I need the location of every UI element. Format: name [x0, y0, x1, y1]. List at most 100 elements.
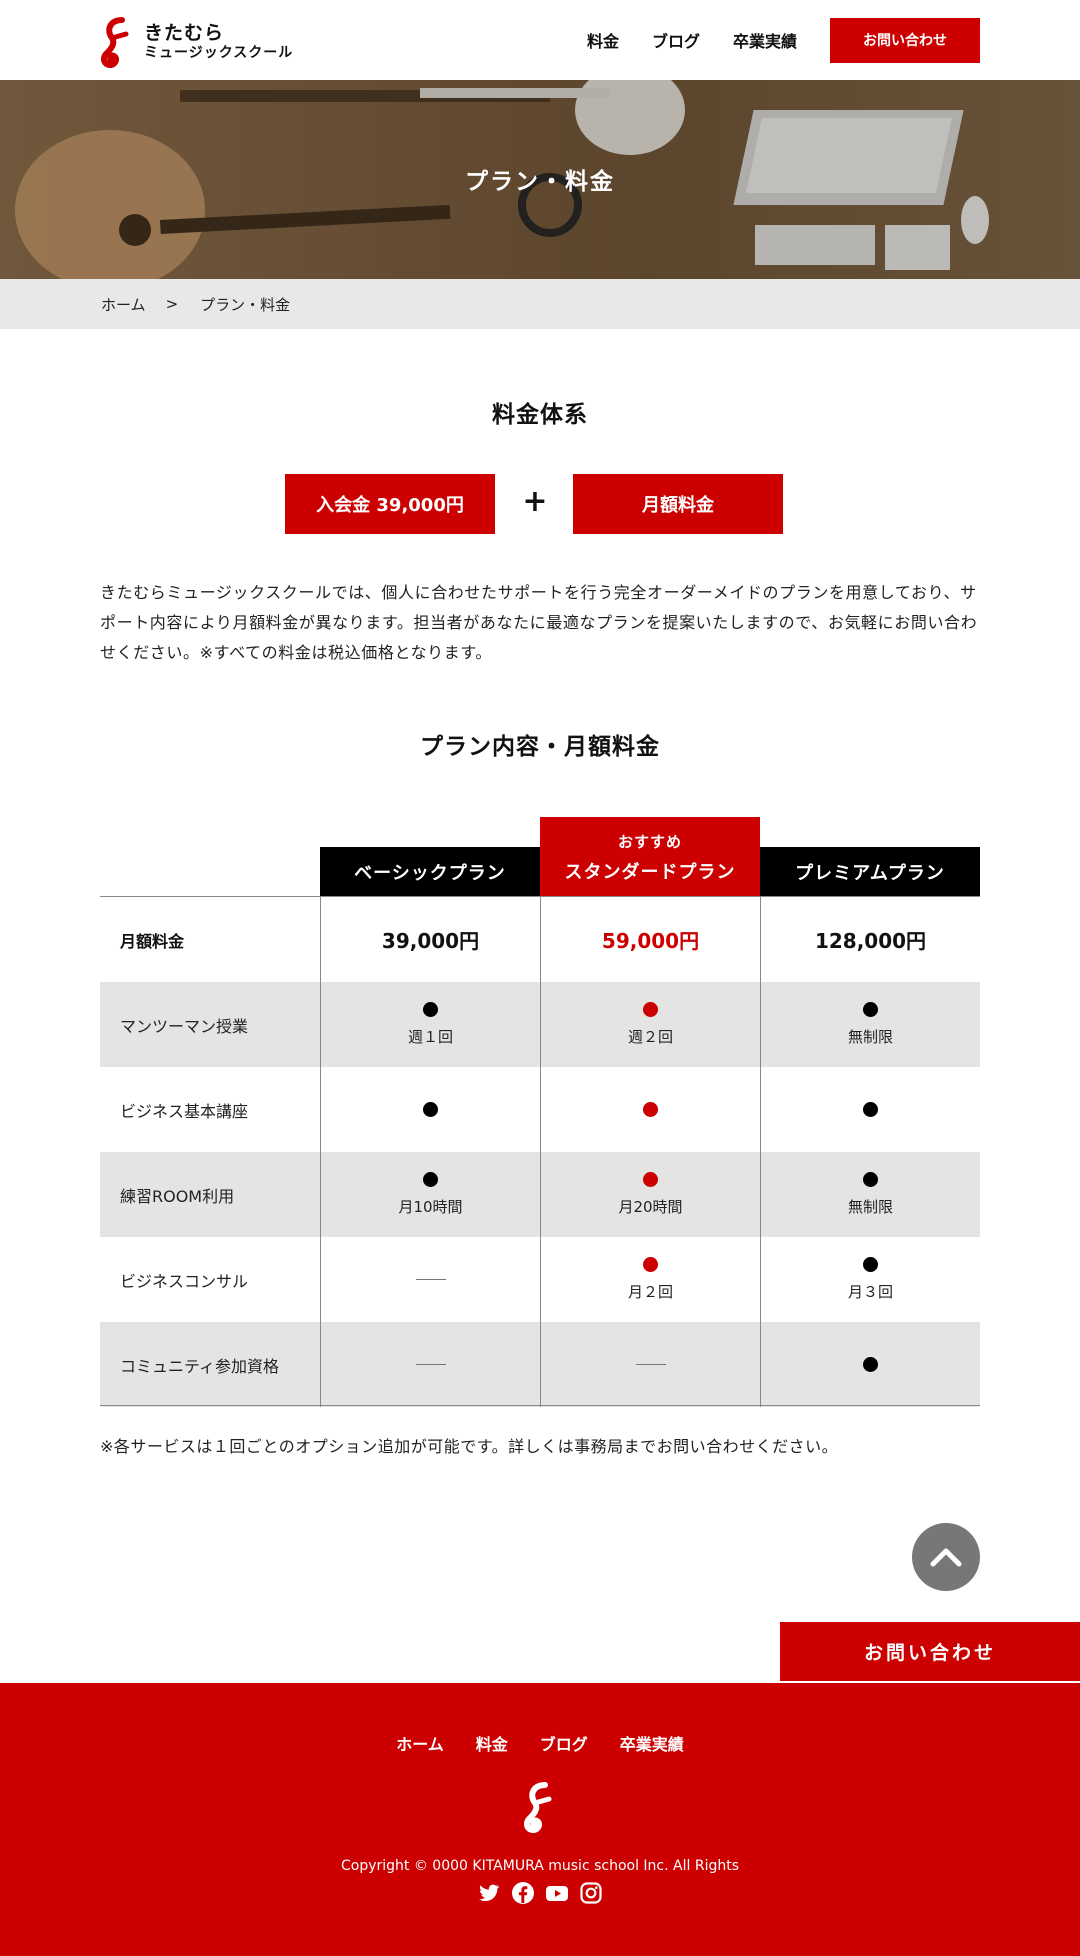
cell-basic: [320, 1322, 540, 1407]
logo-subname: ミュージックスクール: [144, 45, 294, 61]
included-dot-icon: [643, 1102, 658, 1117]
cell-basic: 39,000円: [320, 897, 540, 982]
row-label: マンツーマン授業: [120, 1016, 249, 1036]
monthly-fee-box: 月額料金: [573, 474, 783, 534]
plan-table: ベーシックプラン おすすめ スタンダードプラン プレミアムプラン 月額料金 39…: [100, 817, 980, 1407]
included-dot-icon: [863, 1002, 878, 1017]
logo-name: きたむら: [144, 22, 225, 45]
not-included-dash-icon: [635, 1364, 666, 1365]
cell-detail: 月10時間: [398, 1198, 463, 1216]
footer-nav-home[interactable]: ホーム: [396, 1731, 444, 1755]
plans-section-title: プラン内容・月額料金: [420, 734, 660, 760]
footer-nav-graduates[interactable]: 卒業実績: [620, 1731, 684, 1755]
row-label: コミュニティ参加資格: [120, 1356, 280, 1376]
row-label: 練習ROOM利用: [120, 1186, 235, 1206]
included-dot-icon: [643, 1172, 658, 1187]
not-included-dash-icon: [415, 1279, 446, 1280]
cell-standard: [540, 1322, 760, 1407]
cell-premium: 128,000円: [760, 897, 980, 982]
row-label: ビジネス基本講座: [120, 1101, 249, 1121]
cell-detail: 月３回: [847, 1283, 893, 1301]
cell-detail: 月20時間: [618, 1198, 683, 1216]
table-divider: [100, 1405, 980, 1406]
cell-premium: 無制限: [760, 982, 980, 1067]
nav-item-blog[interactable]: ブログ: [652, 28, 700, 52]
youtube-icon[interactable]: [545, 1881, 569, 1905]
entry-fee-box: 入会金 39,000円: [285, 474, 495, 534]
plan-name: ベーシックプラン: [354, 863, 506, 884]
site-footer: ホーム 料金 ブログ 卒業実績 Copyright © 0000 KITAMUR…: [0, 1683, 1080, 1956]
intro-text: きたむらミュージックスクールでは、個人に合わせたサポートを行う完全オーダーメイド…: [100, 583, 978, 662]
cell-premium: [760, 1322, 980, 1407]
social-links: [0, 1881, 1080, 1905]
included-dot-icon: [863, 1102, 878, 1117]
price-value: 128,000円: [814, 929, 927, 953]
cell-standard: 59,000円: [540, 897, 760, 982]
instagram-icon[interactable]: [579, 1881, 603, 1905]
cell-detail: 無制限: [847, 1028, 893, 1046]
fee-system-title: 料金体系: [492, 402, 588, 428]
cell-standard: 月２回: [540, 1237, 760, 1322]
plan-name: スタンダードプラン: [564, 861, 736, 883]
plan-header-basic: ベーシックプラン: [320, 847, 540, 897]
main-nav: 料金 ブログ 卒業実績 お問い合わせ: [587, 0, 980, 80]
back-to-top-button[interactable]: [912, 1523, 980, 1591]
footer-nav-blog[interactable]: ブログ: [540, 1731, 588, 1755]
footer-logo-icon[interactable]: [523, 1780, 557, 1834]
cell-standard: 週２回: [540, 982, 760, 1067]
cell-basic: 週１回: [320, 982, 540, 1067]
breadcrumb-home[interactable]: ホーム: [101, 294, 146, 315]
footer-nav-pricing[interactable]: 料金: [476, 1731, 508, 1755]
included-dot-icon: [423, 1172, 438, 1187]
cell-basic: [320, 1237, 540, 1322]
cell-basic: 月10時間: [320, 1152, 540, 1237]
included-dot-icon: [423, 1002, 438, 1017]
chevron-up-icon: [930, 1548, 962, 1567]
not-included-dash-icon: [415, 1364, 446, 1365]
included-dot-icon: [863, 1357, 878, 1372]
included-dot-icon: [863, 1257, 878, 1272]
cell-premium: [760, 1067, 980, 1152]
site-logo[interactable]: きたむら ミュージックスクール: [100, 16, 293, 68]
included-dot-icon: [423, 1102, 438, 1117]
site-header: きたむら ミュージックスクール 料金 ブログ 卒業実績 お問い合わせ: [0, 0, 1080, 80]
table-row-business-consulting: ビジネスコンサル 月２回 月３回: [100, 1237, 980, 1322]
cell-detail: 月２回: [627, 1283, 673, 1301]
price-value: 39,000円: [381, 929, 480, 953]
plan-header-premium: プレミアムプラン: [760, 847, 980, 897]
cell-detail: 無制限: [847, 1198, 893, 1216]
hero-title: プラン・料金: [465, 169, 615, 195]
floating-contact-button[interactable]: お問い合わせ: [780, 1622, 1080, 1682]
header-contact-button[interactable]: お問い合わせ: [830, 17, 980, 63]
footer-nav: ホーム 料金 ブログ 卒業実績: [0, 1731, 1080, 1755]
cell-standard: 月20時間: [540, 1152, 760, 1237]
recommend-label: おすすめ: [617, 832, 682, 851]
breadcrumb-current: プラン・料金: [200, 295, 291, 314]
logo-mark-icon: [100, 17, 129, 68]
breadcrumb: ホーム > プラン・料金: [0, 279, 1080, 329]
plus-sign: +: [522, 484, 548, 519]
breadcrumb-separator: >: [165, 295, 179, 313]
table-row-practice-room: 練習ROOM利用 月10時間 月20時間 無制限: [100, 1152, 980, 1237]
cell-standard: [540, 1067, 760, 1152]
facebook-icon[interactable]: [511, 1881, 535, 1905]
cell-premium: 月３回: [760, 1237, 980, 1322]
included-dot-icon: [863, 1172, 878, 1187]
table-row-monthly-price: 月額料金 39,000円 59,000円 128,000円: [100, 897, 980, 982]
nav-item-pricing[interactable]: 料金: [587, 28, 619, 52]
included-dot-icon: [643, 1257, 658, 1272]
table-row-private-lessons: マンツーマン授業 週１回 週２回 無制限: [100, 982, 980, 1067]
included-dot-icon: [643, 1002, 658, 1017]
cell-detail: 週２回: [627, 1028, 673, 1046]
table-row-business-course: ビジネス基本講座: [100, 1067, 980, 1152]
plan-header-standard: おすすめ スタンダードプラン: [540, 817, 760, 897]
price-value: 59,000円: [601, 929, 700, 953]
table-row-community: コミュニティ参加資格: [100, 1322, 980, 1407]
twitter-icon[interactable]: [477, 1881, 501, 1905]
cell-premium: 無制限: [760, 1152, 980, 1237]
plan-name: プレミアムプラン: [795, 863, 945, 884]
row-label: 月額料金: [120, 931, 185, 951]
hero-banner: プラン・料金: [0, 80, 1080, 279]
nav-item-graduates[interactable]: 卒業実績: [733, 28, 797, 52]
row-label: ビジネスコンサル: [120, 1271, 249, 1291]
